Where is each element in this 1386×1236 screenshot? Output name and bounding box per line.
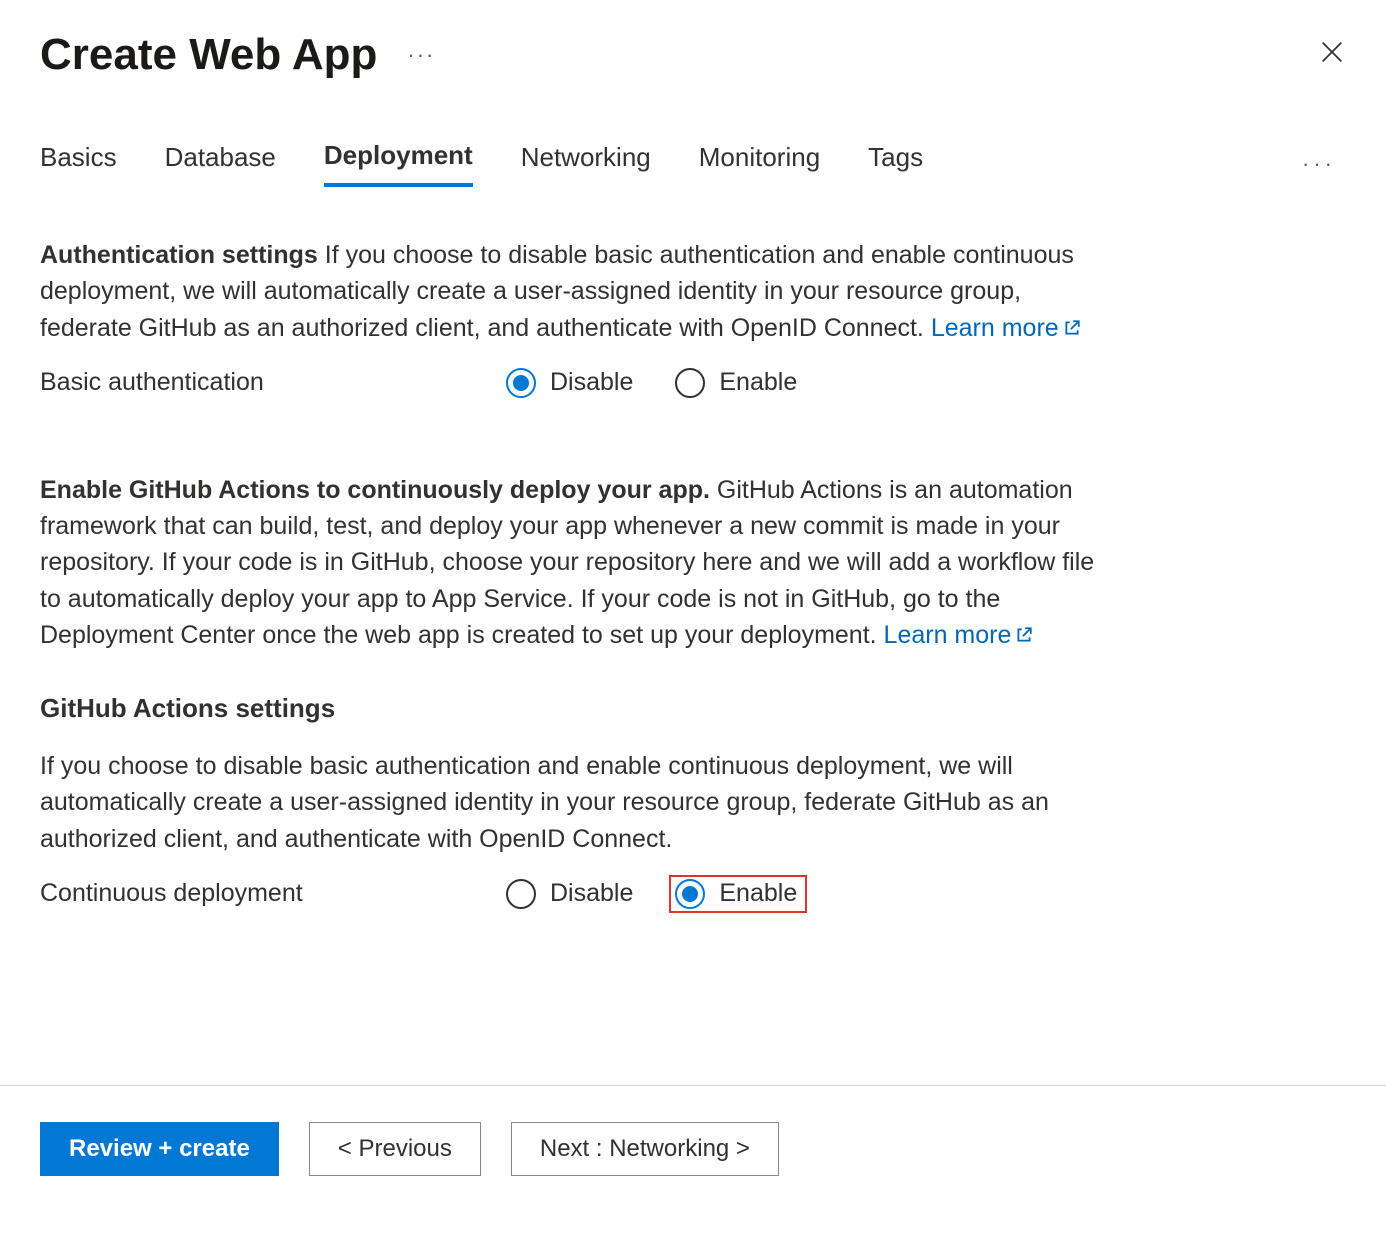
- tabs-overflow-icon[interactable]: ···: [1302, 151, 1346, 177]
- continuous-deployment-label: Continuous deployment: [40, 879, 500, 908]
- review-create-button[interactable]: Review + create: [40, 1122, 279, 1176]
- tab-monitoring[interactable]: Monitoring: [699, 142, 820, 185]
- continuous-deployment-disable-label: Disable: [550, 879, 633, 908]
- continuous-deployment-enable-option[interactable]: Enable: [669, 875, 807, 913]
- radio-unchecked-icon: [675, 368, 705, 398]
- auth-learn-more-link[interactable]: Learn more: [931, 314, 1081, 342]
- tab-tags[interactable]: Tags: [868, 142, 923, 185]
- github-settings-heading: GitHub Actions settings: [40, 693, 1100, 724]
- github-actions-text: Enable GitHub Actions to continuously de…: [40, 472, 1100, 653]
- header: Create Web App ···: [40, 30, 1346, 80]
- continuous-deployment-enable-label: Enable: [719, 879, 797, 908]
- continuous-deployment-disable-option[interactable]: Disable: [500, 875, 639, 913]
- tab-deployment[interactable]: Deployment: [324, 140, 473, 187]
- basic-auth-disable-option[interactable]: Disable: [500, 364, 639, 402]
- external-link-icon: [1015, 617, 1033, 653]
- basic-auth-radio-group: Disable Enable: [500, 364, 803, 402]
- next-button[interactable]: Next : Networking >: [511, 1122, 779, 1176]
- radio-checked-icon: [506, 368, 536, 398]
- basic-auth-enable-label: Enable: [719, 368, 797, 397]
- basic-auth-enable-option[interactable]: Enable: [669, 364, 803, 402]
- auth-settings-text: Authentication settings If you choose to…: [40, 237, 1100, 346]
- tabs: Basics Database Deployment Networking Mo…: [40, 140, 1346, 187]
- github-learn-more-link[interactable]: Learn more: [884, 621, 1034, 649]
- basic-auth-disable-label: Disable: [550, 368, 633, 397]
- page-title: Create Web App: [40, 30, 377, 80]
- previous-button[interactable]: < Previous: [309, 1122, 481, 1176]
- continuous-deployment-radio-group: Disable Enable: [500, 875, 807, 913]
- tab-basics[interactable]: Basics: [40, 142, 117, 185]
- radio-unchecked-icon: [506, 879, 536, 909]
- basic-auth-label: Basic authentication: [40, 368, 500, 397]
- tab-database[interactable]: Database: [165, 142, 276, 185]
- auth-settings-heading: Authentication settings: [40, 241, 318, 269]
- continuous-deployment-row: Continuous deployment Disable Enable: [40, 875, 1100, 913]
- wizard-footer: Review + create < Previous Next : Networ…: [0, 1085, 1386, 1236]
- more-actions-icon[interactable]: ···: [407, 42, 435, 68]
- github-actions-heading: Enable GitHub Actions to continuously de…: [40, 476, 710, 504]
- external-link-icon: [1063, 310, 1081, 346]
- radio-checked-icon: [675, 879, 705, 909]
- basic-auth-row: Basic authentication Disable Enable: [40, 364, 1100, 402]
- close-icon[interactable]: [1318, 38, 1346, 73]
- tab-networking[interactable]: Networking: [521, 142, 651, 185]
- github-settings-body: If you choose to disable basic authentic…: [40, 748, 1100, 857]
